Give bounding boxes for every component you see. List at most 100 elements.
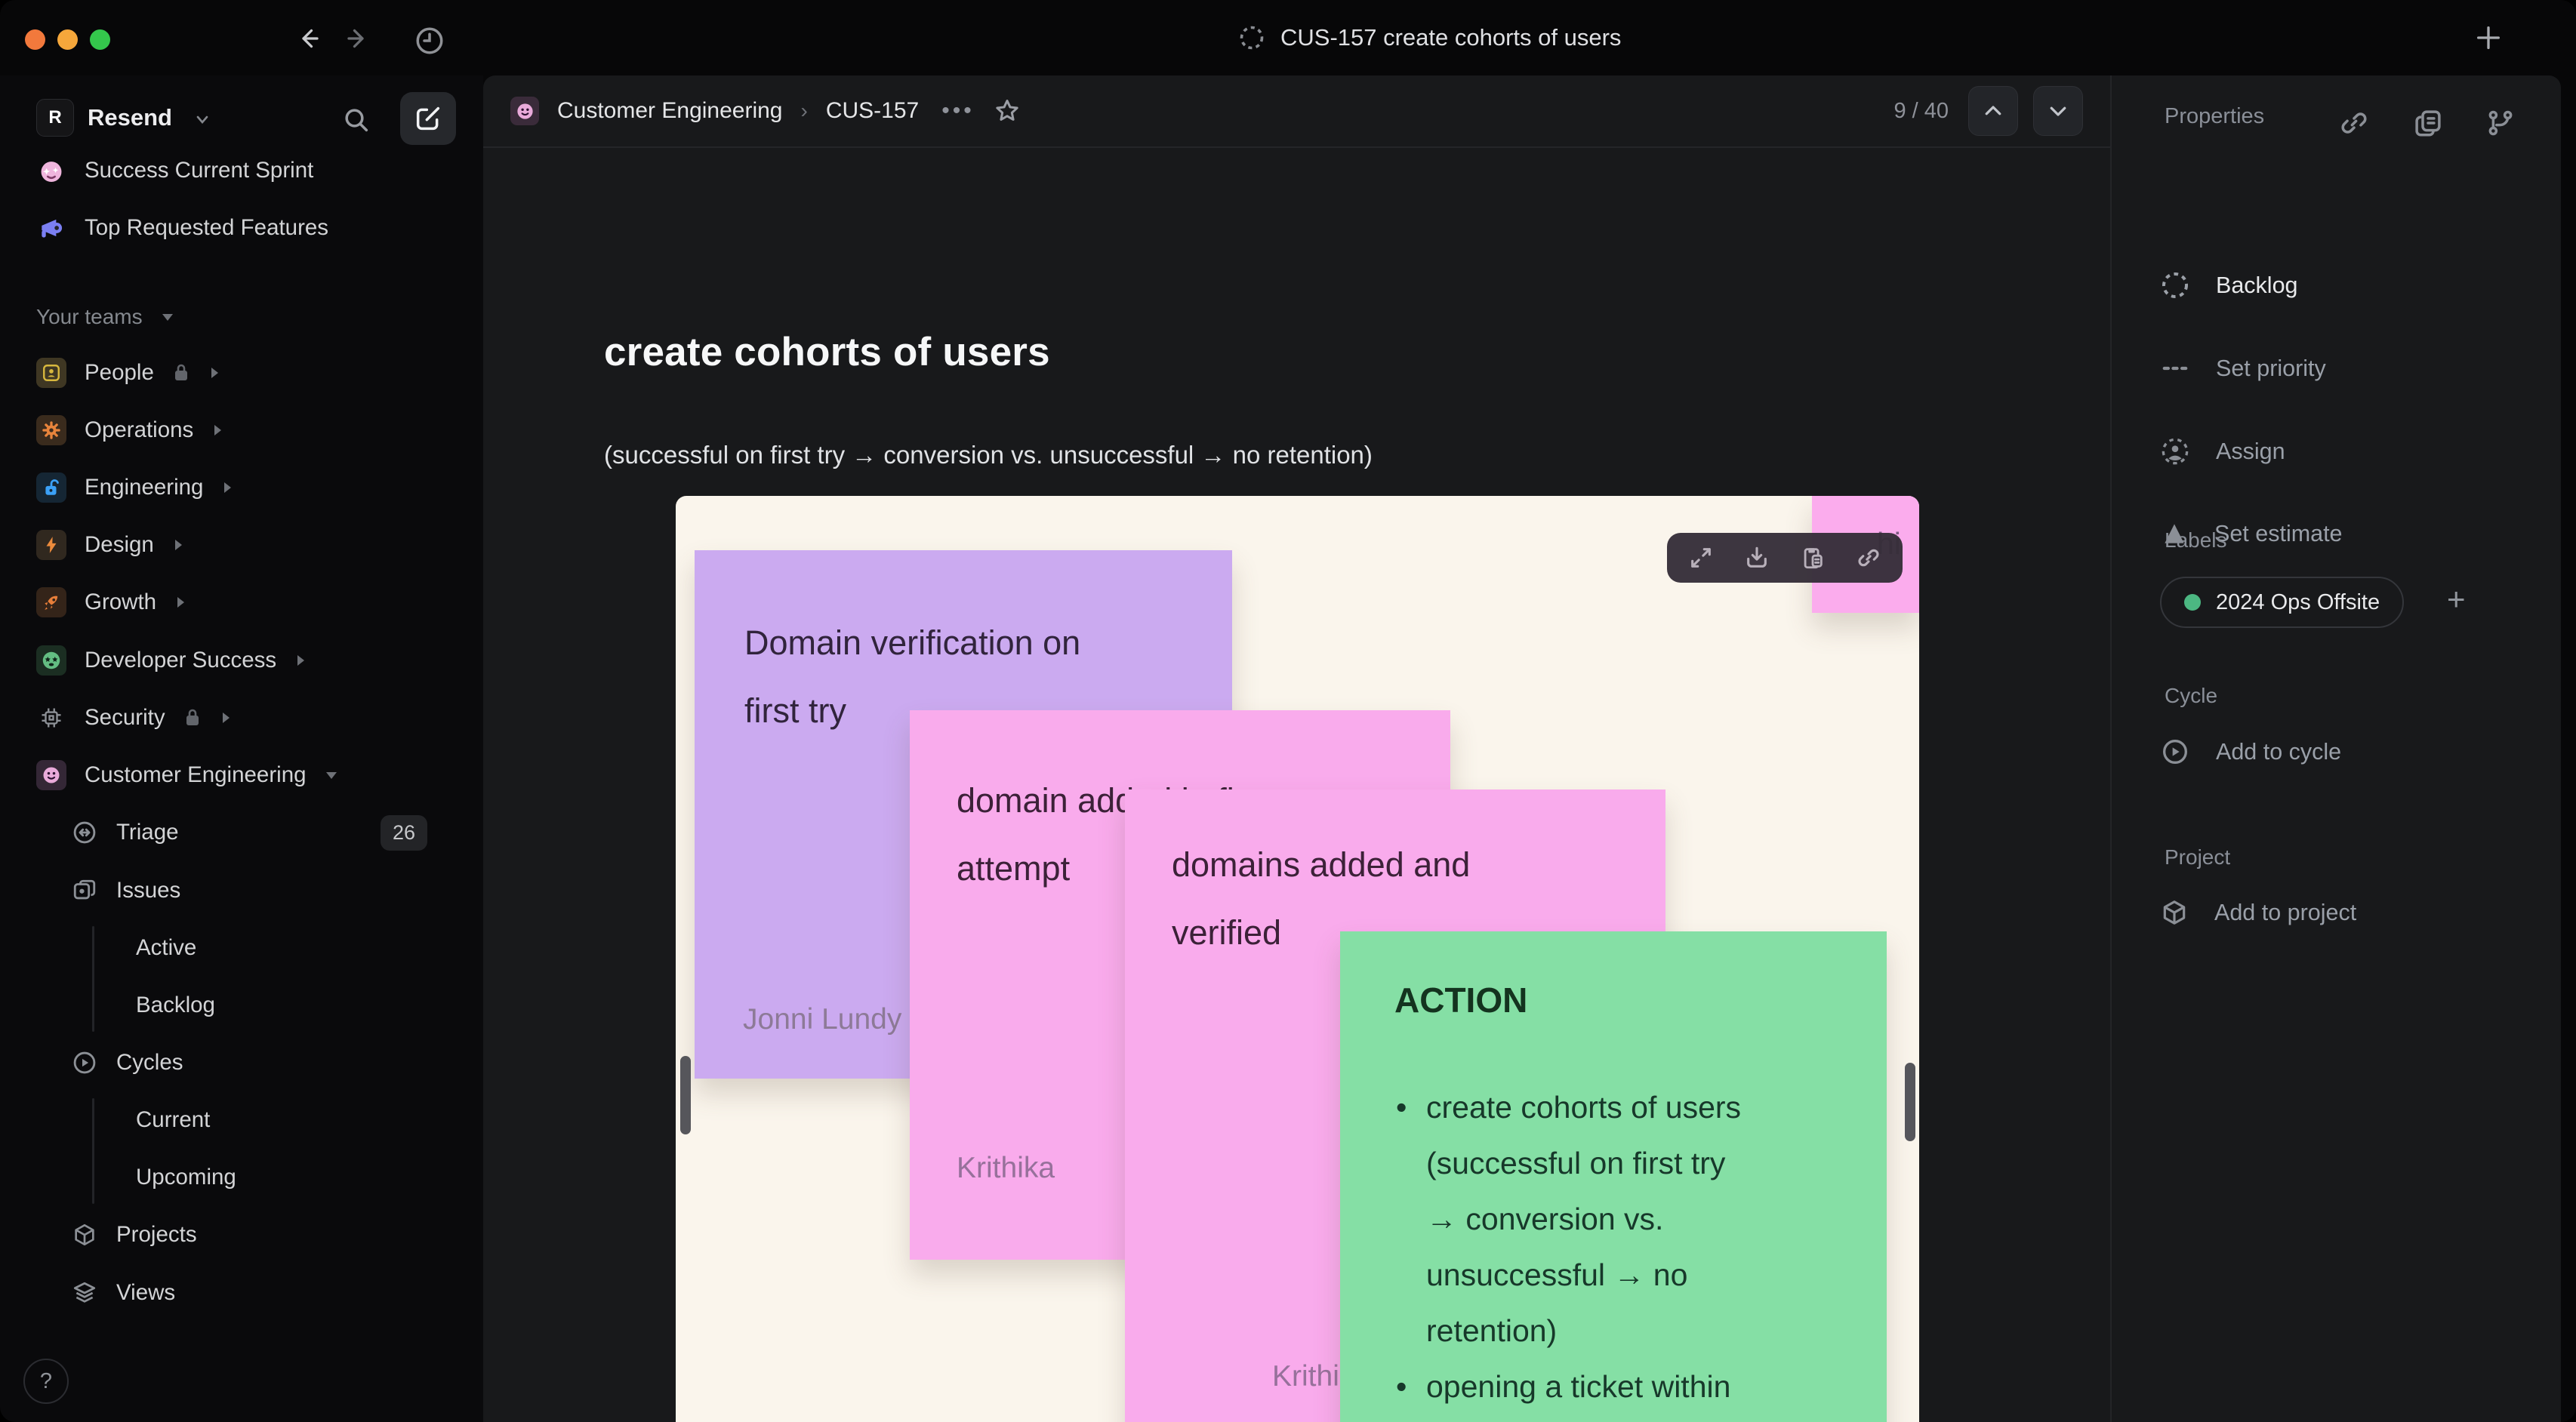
sidebar-item-views[interactable]: Views — [0, 1264, 483, 1322]
cycle-icon — [2162, 739, 2188, 765]
copy-image-icon[interactable] — [1800, 545, 1826, 571]
breadcrumb-separator: › — [800, 99, 808, 122]
sticky-note-author: Jonni Lundy — [743, 1003, 902, 1036]
sidebar-item-engineering[interactable]: Engineering — [0, 459, 483, 516]
sidebar-item-customer-engineering[interactable]: Customer Engineering — [0, 746, 483, 804]
lock-icon — [186, 709, 199, 725]
close-window-button[interactable] — [25, 29, 45, 50]
issue-header: Customer Engineering › CUS-157 ••• 9 / 4… — [483, 75, 2110, 148]
add-label-button[interactable]: + — [2447, 581, 2466, 617]
issue-content: create cohorts of users (successful on f… — [483, 148, 2110, 1422]
sidebar-item-growth[interactable]: Growth — [0, 574, 483, 631]
copy-id-icon[interactable] — [2412, 107, 2444, 139]
add-to-cycle-row[interactable]: Add to cycle — [2160, 737, 2341, 767]
triage-icon — [71, 819, 98, 846]
sticky-note-bullets: create cohorts of users (successful on f… — [1390, 1079, 1858, 1422]
megaphone-icon — [36, 213, 66, 243]
sidebar-item-security[interactable]: Security — [0, 689, 483, 746]
gear-icon — [36, 415, 66, 445]
sidebar-list: Success Current Sprint Top Requested Fea… — [0, 155, 483, 1339]
status-row[interactable]: Backlog — [2160, 270, 2298, 300]
cycle-heading: Cycle — [2165, 684, 2218, 707]
sticky-note-action: ACTION create cohorts of users (successf… — [1340, 931, 1887, 1422]
chip-icon — [36, 703, 66, 733]
sidebar-item-projects[interactable]: Projects — [0, 1206, 483, 1263]
star-face-icon — [36, 645, 66, 676]
priority-value: Set priority — [2216, 355, 2326, 381]
image-resize-handle-left[interactable] — [680, 1056, 691, 1134]
sidebar-item-developer-success[interactable]: Developer Success — [0, 632, 483, 689]
image-attachment[interactable]: hi Domain verification on first try Jonn… — [676, 496, 1919, 1422]
image-resize-handle-right[interactable] — [1905, 1063, 1915, 1141]
sidebar-item-triage[interactable]: Triage 26 — [0, 804, 483, 861]
assign-person-icon — [2162, 438, 2189, 465]
assignee-row[interactable]: Assign — [2160, 436, 2285, 466]
workspace-name: Resend — [88, 104, 172, 131]
new-tab-button[interactable] — [2467, 17, 2510, 59]
sidebar-item-active[interactable]: Active — [0, 919, 483, 977]
link-icon[interactable] — [1856, 545, 1881, 571]
priority-row[interactable]: Set priority — [2160, 353, 2326, 383]
issue-description[interactable]: (successful on first try → conversion vs… — [604, 441, 1373, 469]
next-issue-button[interactable] — [2033, 86, 2083, 136]
breadcrumb-issue[interactable]: CUS-157 — [826, 98, 919, 124]
triangle-down-icon — [162, 314, 173, 321]
no-priority-icon — [2162, 366, 2188, 371]
rocket-icon — [36, 587, 66, 617]
git-branch-icon[interactable] — [2485, 107, 2516, 139]
label-color-dot — [2184, 594, 2201, 611]
status-value: Backlog — [2216, 272, 2298, 298]
image-toolbar — [1667, 533, 1903, 583]
history-clock-icon[interactable] — [414, 25, 445, 57]
search-icon[interactable] — [341, 105, 371, 135]
copy-link-icon[interactable] — [2338, 107, 2370, 139]
sidebar-item-issues[interactable]: Issues — [0, 862, 483, 919]
more-options-button[interactable]: ••• — [941, 98, 975, 124]
sidebar-item-design[interactable]: Design — [0, 516, 483, 574]
expand-icon[interactable] — [1688, 545, 1714, 571]
sidebar-item-backlog[interactable]: Backlog — [0, 977, 483, 1034]
sidebar-item-current[interactable]: Current — [0, 1091, 483, 1149]
sidebar-item-upcoming[interactable]: Upcoming — [0, 1149, 483, 1206]
chevron-right-icon — [211, 368, 218, 378]
lock-icon — [174, 364, 187, 380]
window-title: CUS-157 create cohorts of users — [1238, 0, 1621, 75]
add-to-project-label: Add to project — [2214, 899, 2357, 925]
previous-issue-button[interactable] — [1968, 86, 2018, 136]
sidebar-section-your-teams[interactable]: Your teams — [0, 288, 483, 346]
indent-rail — [92, 926, 94, 1032]
workspace-logo: R — [36, 99, 74, 137]
sparkle-face-icon — [36, 155, 66, 186]
add-to-project-row[interactable]: Add to project — [2160, 898, 2356, 927]
bullet-item: create cohorts of users (successful on f… — [1390, 1079, 1858, 1359]
sidebar-item-cycles[interactable]: Cycles — [0, 1034, 483, 1091]
issues-icon — [71, 877, 98, 904]
download-icon[interactable] — [1744, 545, 1770, 571]
sidebar-item-operations[interactable]: Operations — [0, 402, 483, 459]
sidebar-item-people[interactable]: People — [0, 344, 483, 402]
sidebar-item-success-current-sprint[interactable]: Success Current Sprint — [0, 155, 483, 199]
new-issue-button[interactable] — [400, 92, 456, 145]
chevron-right-icon — [214, 425, 222, 436]
zoom-window-button[interactable] — [90, 29, 110, 50]
properties-heading: Properties — [2165, 104, 2265, 128]
minimize-window-button[interactable] — [57, 29, 78, 50]
back-icon[interactable] — [294, 25, 322, 52]
sidebar: R Resend Success Current Sprint Top Requ… — [0, 75, 483, 1422]
triangle-down-icon — [325, 772, 337, 779]
sticky-note-heading: ACTION — [1394, 980, 1528, 1020]
help-button[interactable]: ? — [23, 1359, 69, 1404]
titlebar: CUS-157 create cohorts of users — [0, 0, 2576, 75]
cube-icon — [71, 1221, 98, 1248]
issue-title[interactable]: create cohorts of users — [604, 329, 1050, 375]
favorite-star-icon[interactable] — [993, 97, 1021, 125]
cycle-icon — [71, 1049, 98, 1076]
label-2024-ops-offsite[interactable]: 2024 Ops Offsite — [2160, 577, 2405, 628]
add-to-cycle-label: Add to cycle — [2216, 738, 2342, 765]
sidebar-item-top-requested-features[interactable]: Top Requested Features — [0, 199, 483, 257]
workspace-switcher[interactable]: R Resend — [0, 75, 483, 155]
breadcrumb-team[interactable]: Customer Engineering — [557, 98, 783, 124]
forward-icon[interactable] — [344, 25, 371, 52]
chevron-right-icon — [222, 713, 230, 723]
backlog-status-icon — [1240, 26, 1264, 50]
